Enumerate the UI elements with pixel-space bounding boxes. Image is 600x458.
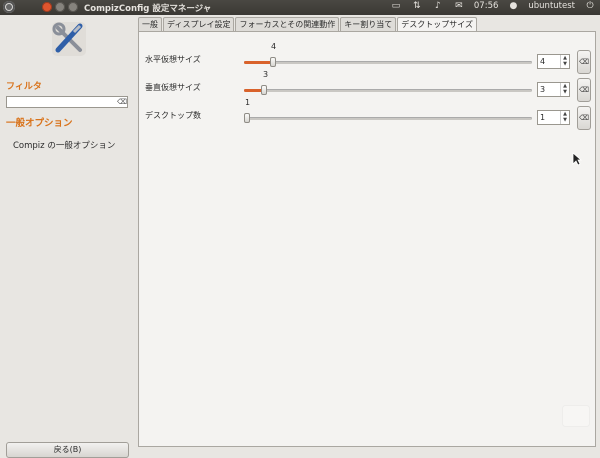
- keyboard-icon[interactable]: ▭: [390, 1, 402, 11]
- setting-label: デスクトップ数: [145, 111, 201, 120]
- clear-filter-icon[interactable]: ⌫: [117, 99, 127, 106]
- left-pane: フィルタ ⌫ 一般オプション Compiz の一般オプション 戻る(B): [0, 15, 136, 458]
- setting-row-vsize: 垂直仮想サイズ 3 3 ▲ ▼ ⌫: [139, 70, 597, 102]
- window-controls: [42, 2, 78, 12]
- spin-arrows-icon[interactable]: ▲ ▼: [560, 83, 569, 96]
- back-button[interactable]: 戻る(B): [6, 442, 129, 458]
- maximize-window-button[interactable]: [68, 2, 78, 12]
- hsize-slider[interactable]: [244, 57, 532, 67]
- slider-value-label: 4: [271, 42, 277, 51]
- settings-panel: 水平仮想サイズ 4 4 ▲ ▼ ⌫ 垂直仮想サイズ 3 3 ▲ ▼ ⌫ デスクトップ…: [138, 31, 596, 447]
- tab-display-settings[interactable]: ディスプレイ設定: [163, 17, 235, 31]
- setting-label: 垂直仮想サイズ: [145, 83, 201, 92]
- desktops-slider[interactable]: [244, 113, 532, 123]
- tab-bar: 一般 ディスプレイ設定 フォーカスとその関連動作 キー割り当て デスクトップサイ…: [138, 17, 478, 31]
- tab-desktop-size[interactable]: デスクトップサイズ: [397, 17, 477, 31]
- vsize-spinbox[interactable]: 3 ▲ ▼: [537, 82, 570, 97]
- slider-knob[interactable]: [261, 85, 267, 95]
- hsize-spinbox[interactable]: 4 ▲ ▼: [537, 54, 570, 69]
- window-title: CompizConfig 設定マネージャ: [84, 4, 212, 14]
- minimize-window-button[interactable]: [55, 2, 65, 12]
- spin-arrows-icon[interactable]: ▲ ▼: [560, 111, 569, 124]
- clock[interactable]: 07:56: [474, 1, 499, 11]
- network-icon[interactable]: ⇅: [411, 1, 423, 11]
- mail-icon[interactable]: ✉: [453, 1, 465, 11]
- setting-label: 水平仮想サイズ: [145, 55, 201, 64]
- vsize-slider[interactable]: [244, 85, 532, 95]
- compiz-general-options-item[interactable]: Compiz の一般オプション: [13, 139, 115, 151]
- slider-knob[interactable]: [244, 113, 250, 123]
- system-tray: ▭ ⇅ ♪ ✉ 07:56 ● ubuntutest ⏻: [390, 1, 596, 11]
- setting-row-hsize: 水平仮想サイズ 4 4 ▲ ▼ ⌫: [139, 42, 597, 74]
- filter-input[interactable]: [6, 96, 128, 108]
- volume-icon[interactable]: ♪: [432, 1, 444, 11]
- spin-value: 1: [540, 113, 546, 122]
- mouse-cursor-icon: [572, 152, 582, 166]
- slider-value-label: 3: [263, 70, 269, 79]
- user-icon[interactable]: ●: [507, 1, 519, 11]
- top-panel: CompizConfig 設定マネージャ ▭ ⇅ ♪ ✉ 07:56 ● ubu…: [0, 0, 600, 15]
- username[interactable]: ubuntutest: [528, 1, 575, 11]
- tools-logo-icon: [52, 22, 86, 56]
- close-window-button[interactable]: [42, 2, 52, 12]
- power-icon[interactable]: ⏻: [584, 1, 596, 11]
- section-title: 一般オプション: [6, 118, 73, 129]
- slider-fill: [244, 61, 273, 64]
- reset-desktops-button[interactable]: ⌫: [577, 106, 591, 130]
- corner-widget: [563, 406, 589, 426]
- slider-knob[interactable]: [270, 57, 276, 67]
- spin-value: 4: [540, 57, 546, 66]
- ubuntu-logo-icon[interactable]: [3, 1, 15, 13]
- desktops-spinbox[interactable]: 1 ▲ ▼: [537, 110, 570, 125]
- slider-value-label: 1: [245, 98, 251, 107]
- spin-arrows-icon[interactable]: ▲ ▼: [560, 55, 569, 68]
- spin-value: 3: [540, 85, 546, 94]
- tab-key-bindings[interactable]: キー割り当て: [340, 17, 397, 31]
- tab-general[interactable]: 一般: [138, 17, 162, 31]
- filter-label: フィルタ: [6, 82, 42, 92]
- setting-row-desktops: デスクトップ数 1 1 ▲ ▼ ⌫: [139, 98, 597, 130]
- tab-focus[interactable]: フォーカスとその関連動作: [235, 17, 340, 31]
